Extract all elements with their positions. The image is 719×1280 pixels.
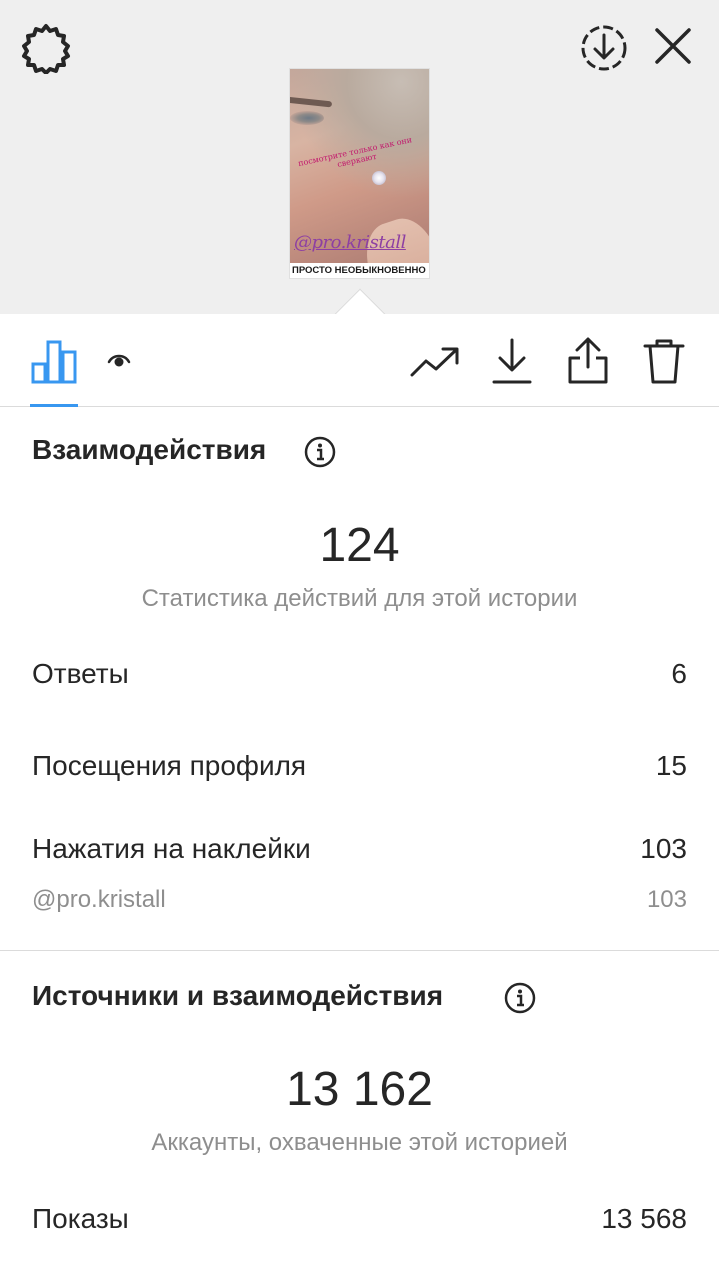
bar-chart-icon: [31, 340, 77, 384]
save-story-button[interactable]: [576, 20, 632, 76]
insights-tabbar: [0, 314, 719, 407]
sticker-mention-value: 103: [646, 886, 687, 913]
reach-caption: Аккаунты, охваченные этой историей: [151, 1129, 568, 1156]
gear-icon: [22, 24, 70, 74]
replies-label: Ответы: [32, 658, 129, 689]
sticker-taps-value: 103: [640, 833, 687, 864]
active-tab-indicator: [30, 404, 78, 407]
thumbnail-hair: [290, 69, 429, 199]
promote-button[interactable]: [410, 342, 460, 382]
profile-visits-value: 15: [655, 750, 687, 781]
sticker-mention-label: @pro.kristall: [32, 886, 166, 913]
download-button[interactable]: [490, 336, 534, 386]
download-icon: [492, 338, 532, 384]
share-button[interactable]: [566, 336, 610, 386]
story-thumbnail[interactable]: посмотрите только как они сверкают @pro.…: [290, 69, 429, 278]
impressions-value: 13 568: [601, 1203, 687, 1234]
close-button[interactable]: [648, 20, 698, 72]
thumbnail-earring: [372, 171, 386, 185]
thumbnail-eye: [290, 111, 324, 125]
interactions-title: Взаимодействия: [32, 434, 267, 465]
interactions-caption: Статистика действий для этой истории: [141, 585, 578, 612]
delete-button[interactable]: [642, 336, 686, 386]
story-bottom-text: ПРОСТО НЕОБЫКНОВЕННО: [292, 265, 426, 276]
replies-value: 6: [671, 658, 687, 689]
section-divider: [0, 950, 719, 951]
profile-visits-label: Посещения профиля: [32, 750, 307, 781]
discovery-title: Источники и взаимодействия: [32, 980, 444, 1011]
sticker-taps-label: Нажатия на наклейки: [32, 833, 311, 864]
story-preview-area: посмотрите только как они сверкают @pro.…: [0, 0, 719, 340]
trash-icon: [643, 339, 685, 384]
discovery-info-button[interactable]: [504, 982, 536, 1014]
settings-button[interactable]: [18, 20, 74, 76]
reach-total: 13 162: [286, 1063, 433, 1116]
tab-viewers[interactable]: [106, 350, 132, 370]
trending-up-icon: [410, 347, 459, 377]
interactions-info-button[interactable]: [304, 436, 336, 468]
info-icon: [504, 982, 536, 1014]
interactions-total: 124: [319, 519, 400, 572]
download-circle-icon: [581, 25, 627, 71]
eye-icon: [107, 354, 131, 367]
info-icon: [304, 436, 336, 468]
close-icon: [655, 28, 691, 64]
tab-insights[interactable]: [30, 338, 78, 384]
story-mention-sticker: @pro.kristall: [294, 232, 406, 253]
share-icon: [568, 337, 608, 384]
impressions-label: Показы: [32, 1203, 129, 1234]
